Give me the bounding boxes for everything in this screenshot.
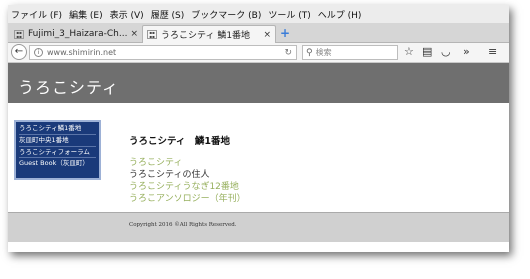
menu-history[interactable]: 履歴 (S): [151, 8, 185, 21]
reading-list-icon[interactable]: ▤: [422, 46, 432, 58]
site-header: うろこシティ: [8, 63, 509, 103]
new-tab-button[interactable]: +: [280, 26, 290, 40]
overflow-chevron-icon[interactable]: »: [463, 46, 470, 58]
link-urokocity[interactable]: うろこシティ: [129, 157, 246, 169]
close-icon[interactable]: ×: [263, 30, 271, 40]
sidebar-item-uroko1[interactable]: うろこシティ鱗1番地: [19, 123, 96, 135]
url-text: www.shimirin.net: [47, 48, 117, 57]
menu-help[interactable]: ヘルプ (H): [318, 8, 362, 21]
link-unagi12[interactable]: うろこシティうなぎ12番地: [129, 181, 246, 193]
reload-icon[interactable]: ↻: [284, 48, 292, 58]
menu-tools[interactable]: ツール (T): [268, 8, 310, 21]
browser-window: ファイル (F) 編集 (E) 表示 (V) 履歴 (S) ブックマーク (B)…: [8, 5, 509, 252]
url-bar[interactable]: i www.shimirin.net ↻: [29, 45, 297, 60]
info-icon[interactable]: i: [34, 48, 43, 57]
search-placeholder: 検索: [315, 48, 332, 57]
sidebar-item-haizara-chuo[interactable]: 灰皿町中央1番地: [19, 135, 96, 147]
menu-bookmarks[interactable]: ブックマーク (B): [191, 8, 261, 21]
hamburger-menu-icon[interactable]: ≡: [488, 46, 497, 58]
tab-title: うろこシティ 鱗1番地: [161, 31, 251, 41]
tab-bar: ▪▪ ▪▪ Fujimi_3_Haizara-Ch... × ▪▪ ▪▪ うろこシテ…: [8, 23, 509, 43]
tab-title: Fujimi_3_Haizara-Ch...: [28, 29, 128, 39]
sidebar-item-guestbook[interactable]: Guest Book（灰皿町）: [19, 158, 96, 169]
favicon-icon: ▪▪ ▪▪: [14, 29, 24, 39]
menu-file[interactable]: ファイル (F): [11, 8, 62, 21]
link-anthology[interactable]: うろこアンソロジー（年刊）: [129, 193, 246, 205]
pocket-icon[interactable]: ◡: [441, 46, 451, 58]
search-icon: ⚲: [306, 47, 313, 58]
text-residents: うろこシティの住人: [129, 170, 210, 180]
page-bottom: [8, 242, 509, 252]
navigation-bar: ← i www.shimirin.net ↻ ⚲ 検索 ☆ ▤ ◡ » ≡: [8, 43, 509, 63]
sidebar-nav: うろこシティ鱗1番地 灰皿町中央1番地 うろこシティフォーラム Guest Bo…: [14, 120, 101, 180]
menu-bar: ファイル (F) 編集 (E) 表示 (V) 履歴 (S) ブックマーク (B)…: [8, 5, 509, 23]
site-title: うろこシティ: [18, 78, 120, 97]
sidebar-item-forum[interactable]: うろこシティフォーラム: [19, 147, 96, 158]
menu-view[interactable]: 表示 (V): [110, 8, 144, 21]
favicon-icon: ▪▪ ▪▪: [147, 30, 157, 39]
close-icon[interactable]: ×: [130, 29, 138, 39]
content-list: うろこシティ うろこシティの住人 うろこシティうなぎ12番地 うろこアンソロジー…: [129, 157, 246, 205]
copyright-text: Copyright 2016 ©All Rights Reserved.: [129, 222, 237, 228]
web-page: うろこシティ うろこシティ鱗1番地 灰皿町中央1番地 うろこシティフォーラム G…: [8, 63, 509, 252]
site-footer: Copyright 2016 ©All Rights Reserved.: [8, 212, 509, 242]
bookmark-star-icon[interactable]: ☆: [404, 46, 414, 58]
menu-edit[interactable]: 編集 (E): [69, 8, 103, 21]
tab-fujimi[interactable]: ▪▪ ▪▪ Fujimi_3_Haizara-Ch... ×: [10, 25, 142, 43]
tab-urokocity[interactable]: ▪▪ ▪▪ うろこシティ 鱗1番地 ×: [142, 25, 276, 43]
back-arrow-icon[interactable]: ←: [11, 44, 27, 60]
page-heading: うろこシティ 鱗1番地: [129, 136, 231, 147]
search-input[interactable]: ⚲ 検索: [302, 45, 398, 60]
